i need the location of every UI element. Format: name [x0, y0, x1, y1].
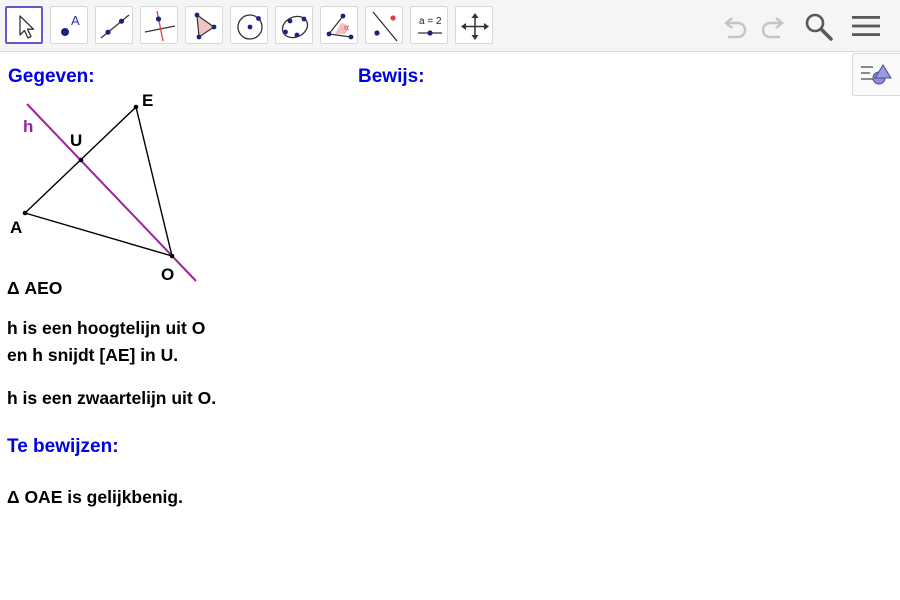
- search-icon[interactable]: [800, 8, 836, 44]
- conic-through-points-icon: [281, 15, 309, 39]
- point-o[interactable]: [169, 253, 175, 259]
- polygon-icon: [194, 12, 217, 40]
- arrow-cursor-icon: [19, 15, 35, 39]
- circle-tool-button[interactable]: [230, 6, 268, 44]
- segment-eo[interactable]: [135, 106, 173, 257]
- angle-tool-glyph: α: [344, 23, 349, 32]
- median-text: h is een zwaartelijn uit O.: [7, 388, 217, 408]
- point-e-label: E: [142, 91, 153, 110]
- conic-tool-button[interactable]: [275, 6, 313, 44]
- menu-icon[interactable]: [848, 8, 884, 44]
- point-a-label: A: [10, 218, 22, 237]
- circle-center-point-icon: [237, 14, 263, 40]
- perpendicular-line-icon: [144, 10, 176, 42]
- angle-icon: α: [326, 13, 354, 40]
- slider-icon: a = 2: [418, 16, 442, 36]
- reflect-tool-button[interactable]: [365, 6, 403, 44]
- proof-heading: Bewijs:: [358, 66, 425, 87]
- line-h-label: h: [23, 117, 33, 136]
- move-graphics-view-icon: [461, 13, 489, 40]
- altitude-text-line2: en h snijdt [AE] in U.: [7, 345, 179, 365]
- point-u-label: U: [70, 131, 82, 150]
- point-a[interactable]: [22, 210, 28, 216]
- polygon-tool-button[interactable]: [185, 6, 223, 44]
- point-tool-glyph: A: [71, 13, 80, 28]
- slider-tool-button[interactable]: a = 2: [410, 6, 448, 44]
- to-prove-text: Δ OAE is gelijkbenig.: [7, 487, 183, 507]
- to-prove-heading: Te bewijzen:: [7, 436, 119, 457]
- move-tool-button[interactable]: [5, 6, 43, 44]
- point-tool-button[interactable]: A: [50, 6, 88, 44]
- redo-icon[interactable]: [755, 8, 791, 44]
- altitude-text-line1: h is een hoogtelijn uit O: [7, 318, 206, 338]
- point-icon: A: [61, 13, 80, 36]
- slider-tool-glyph: a = 2: [419, 16, 442, 27]
- point-e[interactable]: [133, 104, 139, 110]
- point-u[interactable]: [78, 157, 84, 163]
- geogebra-app: A α a = 2 A E O U h Gegeven: Bewijs: Δ A…: [0, 0, 900, 600]
- triangle-text: Δ AEO: [7, 278, 63, 298]
- segment-ao[interactable]: [24, 212, 173, 257]
- angle-tool-button[interactable]: α: [320, 6, 358, 44]
- graphics-view[interactable]: A E O U h Gegeven: Bewijs: Δ AEO h is ee…: [0, 53, 900, 600]
- undo-icon[interactable]: [717, 8, 753, 44]
- move-graphics-view-tool-button[interactable]: [455, 6, 493, 44]
- line-tool-button[interactable]: [95, 6, 133, 44]
- line-through-points-icon: [100, 14, 130, 39]
- point-o-label: O: [161, 265, 174, 284]
- given-heading: Gegeven:: [8, 66, 95, 87]
- toolbar: A α a = 2: [0, 0, 900, 52]
- reflect-about-line-icon: [372, 11, 398, 42]
- perpendicular-line-tool-button[interactable]: [140, 6, 178, 44]
